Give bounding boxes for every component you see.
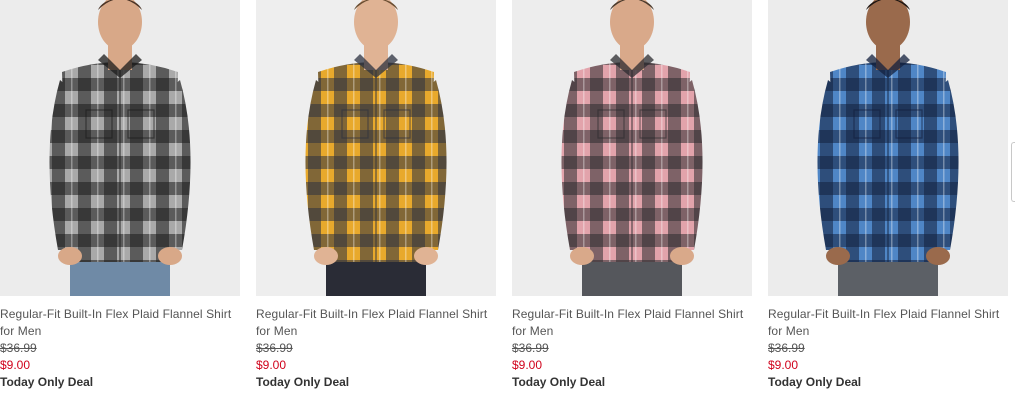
product-card[interactable]: Regular-Fit Built-In Flex Plaid Flannel … — [512, 0, 752, 391]
product-info: Regular-Fit Built-In Flex Plaid Flannel … — [256, 296, 496, 391]
product-info: Regular-Fit Built-In Flex Plaid Flannel … — [512, 296, 752, 391]
product-card[interactable]: Regular-Fit Built-In Flex Plaid Flannel … — [256, 0, 496, 391]
deal-label: Today Only Deal — [512, 375, 606, 389]
product-card[interactable]: Regular-Fit Built-In Flex Plaid Flannel … — [768, 0, 1008, 391]
original-price: $36.99 — [0, 341, 37, 355]
product-info: Regular-Fit Built-In Flex Plaid Flannel … — [768, 296, 1008, 391]
sale-price: $9.00 — [256, 358, 287, 372]
original-price: $36.99 — [768, 341, 805, 355]
deal-label: Today Only Deal — [768, 375, 862, 389]
product-image[interactable] — [512, 0, 752, 296]
product-title-link[interactable]: Regular-Fit Built-In Flex Plaid Flannel … — [768, 306, 1008, 340]
sale-price: $9.00 — [768, 358, 799, 372]
product-card[interactable]: Regular-Fit Built-In Flex Plaid Flannel … — [0, 0, 240, 391]
carousel-next-handle[interactable] — [1011, 142, 1015, 202]
original-price: $36.99 — [256, 341, 293, 355]
product-title-link[interactable]: Regular-Fit Built-In Flex Plaid Flannel … — [512, 306, 752, 340]
sale-price: $9.00 — [0, 358, 31, 372]
product-title-link[interactable]: Regular-Fit Built-In Flex Plaid Flannel … — [256, 306, 496, 340]
product-image[interactable] — [0, 0, 240, 296]
product-info: Regular-Fit Built-In Flex Plaid Flannel … — [0, 296, 240, 391]
deal-label: Today Only Deal — [256, 375, 350, 389]
sale-price: $9.00 — [512, 358, 543, 372]
product-title-link[interactable]: Regular-Fit Built-In Flex Plaid Flannel … — [0, 306, 240, 340]
product-image[interactable] — [256, 0, 496, 296]
original-price: $36.99 — [512, 341, 549, 355]
product-grid: Regular-Fit Built-In Flex Plaid Flannel … — [0, 0, 1015, 403]
deal-label: Today Only Deal — [0, 375, 94, 389]
product-image[interactable] — [768, 0, 1008, 296]
